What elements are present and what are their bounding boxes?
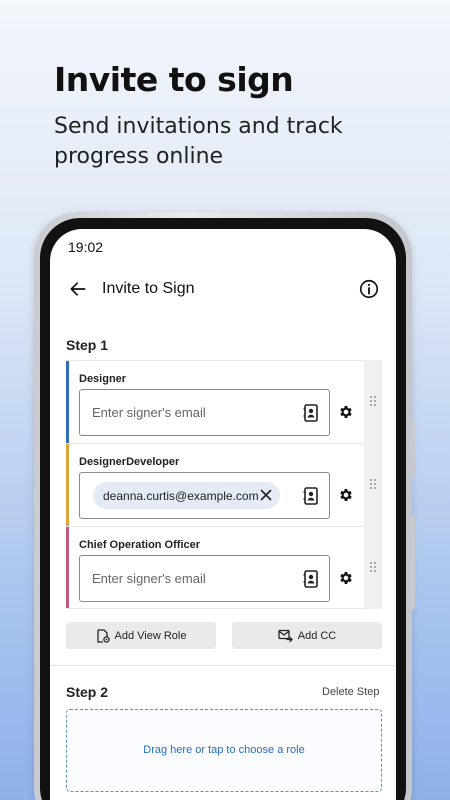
- step-2-label: Step 2: [66, 684, 109, 700]
- delete-step-button[interactable]: Delete Step: [322, 686, 379, 698]
- email-placeholder: Enter signer's email: [92, 571, 206, 586]
- add-view-role-label: Add View Role: [114, 629, 187, 642]
- drag-handle[interactable]: [364, 360, 382, 443]
- step-1-label: Step 1: [66, 337, 109, 353]
- signer-card: DesignerDeveloper deanna.curtis@example.…: [66, 443, 364, 526]
- drag-handle[interactable]: [364, 443, 382, 526]
- phone-screen: 19:02 Invite to Sign Step 1 Designer Ent…: [50, 229, 396, 800]
- contact-book-icon[interactable]: [303, 404, 319, 422]
- phone-power-button: [410, 515, 415, 610]
- phone-volume-button: [410, 420, 415, 478]
- role-dropzone[interactable]: Drag here or tap to choose a role: [66, 709, 382, 792]
- info-circle-icon[interactable]: [358, 278, 380, 300]
- add-view-role-button[interactable]: Add View Role: [66, 622, 216, 649]
- add-cc-button[interactable]: Add CC: [232, 622, 382, 649]
- drag-handle[interactable]: [364, 526, 382, 609]
- role-name: DesignerDeveloper: [79, 456, 180, 468]
- drag-dots-icon: [370, 479, 376, 489]
- add-cc-label: Add CC: [297, 629, 337, 642]
- drag-dots-icon: [370, 396, 376, 406]
- role-name: Designer: [79, 373, 127, 385]
- drag-dots-icon: [370, 562, 376, 572]
- signer-email-field[interactable]: Enter signer's email: [79, 555, 330, 602]
- close-icon[interactable]: [260, 489, 272, 501]
- gear-icon[interactable]: [338, 404, 354, 420]
- signer-color-bar: [66, 361, 69, 443]
- contact-book-icon[interactable]: [303, 570, 319, 588]
- page-title: Invite to Sign: [102, 280, 195, 297]
- signer-email-field[interactable]: Enter signer's email: [79, 389, 330, 436]
- document-view-icon: [96, 628, 110, 643]
- role-name: Chief Operation Officer: [79, 539, 201, 551]
- app-bar: Invite to Sign: [50, 275, 396, 305]
- gear-icon[interactable]: [338, 570, 354, 586]
- arrow-left-icon[interactable]: [68, 279, 88, 299]
- signer-color-bar: [66, 527, 69, 608]
- dropzone-text: Drag here or tap to choose a role: [143, 744, 305, 756]
- signer-color-bar: [66, 444, 69, 526]
- signer-card: Chief Operation Officer Enter signer's e…: [66, 526, 364, 609]
- promo-headline: Invite to sign: [54, 60, 294, 99]
- status-time: 19:02: [68, 239, 104, 255]
- email-chip-text: deanna.curtis@example.com: [103, 489, 259, 503]
- email-chip[interactable]: deanna.curtis@example.com: [93, 482, 280, 509]
- gear-icon[interactable]: [338, 487, 354, 503]
- signer-email-field[interactable]: deanna.curtis@example.com: [79, 472, 330, 519]
- email-placeholder: Enter signer's email: [92, 405, 206, 420]
- section-divider: [50, 665, 396, 666]
- contact-book-icon[interactable]: [303, 487, 319, 505]
- signer-card: Designer Enter signer's email: [66, 360, 364, 443]
- mail-forward-icon: [278, 629, 293, 642]
- promo-subline: Send invitations and track progress onli…: [54, 114, 343, 169]
